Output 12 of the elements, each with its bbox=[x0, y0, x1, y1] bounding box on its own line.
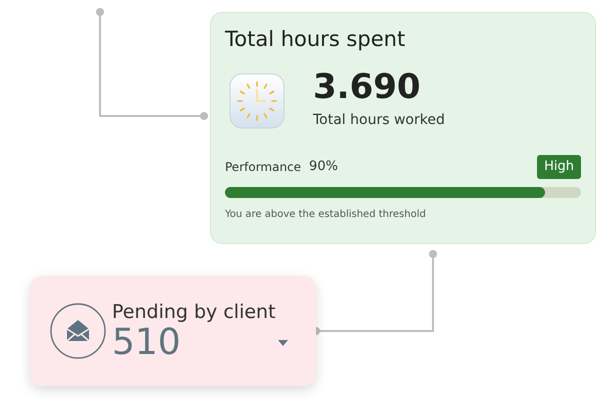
hours-label: Total hours worked bbox=[313, 111, 445, 130]
caret-icon[interactable] bbox=[278, 340, 288, 346]
clock-icon bbox=[229, 72, 285, 128]
performance-label: Performance bbox=[225, 158, 302, 176]
card-title: Pending by client bbox=[112, 301, 277, 325]
hours-value: 3.690 bbox=[313, 70, 422, 104]
performance-value: 90% bbox=[309, 158, 338, 176]
pending-value: 510 bbox=[112, 324, 181, 361]
threshold-note: You are above the established threshold bbox=[225, 208, 427, 222]
envelope-icon bbox=[50, 303, 106, 359]
card-title: Total hours spent bbox=[225, 29, 406, 50]
performance-badge: High bbox=[537, 155, 581, 178]
